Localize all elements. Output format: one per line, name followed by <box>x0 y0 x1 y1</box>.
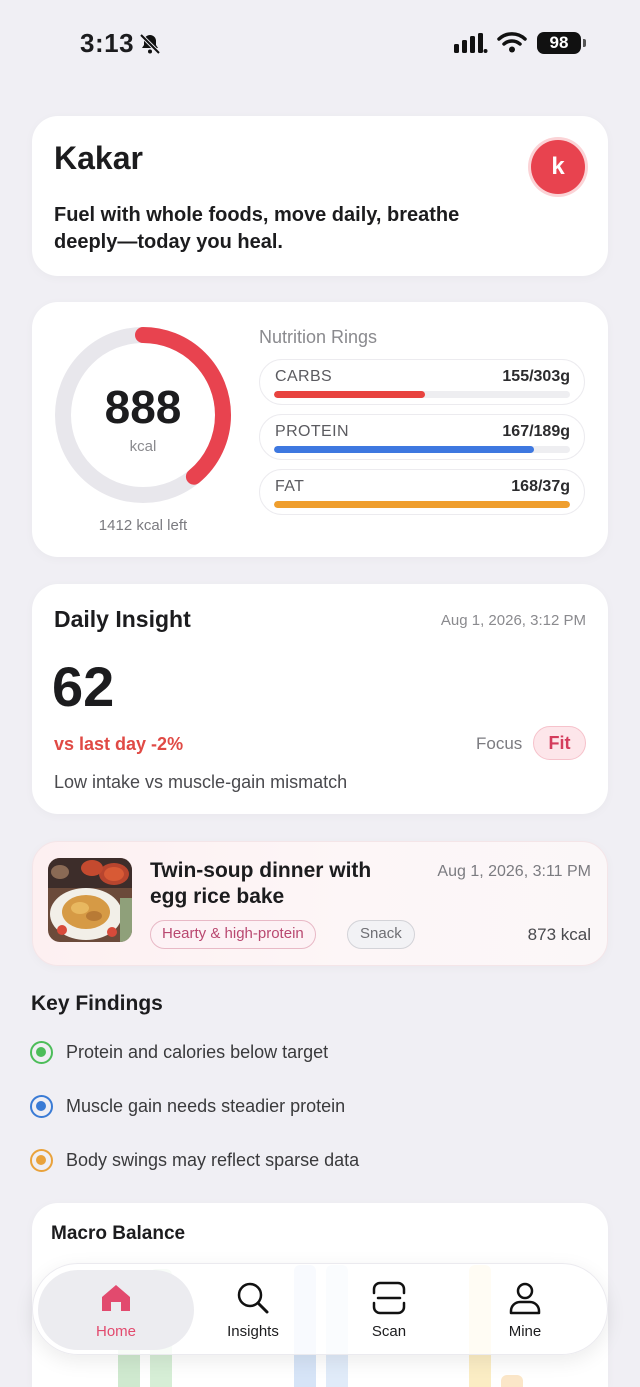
calories-unit: kcal <box>129 438 157 455</box>
status-bar: 3:13 98 <box>0 0 640 88</box>
tab-bar: Home Insights Scan Mine <box>32 1263 608 1355</box>
person-icon <box>509 1282 541 1315</box>
nutrition-card[interactable]: 888 kcal 1412 kcal left Nutrition Rings … <box>32 302 608 557</box>
tab-label: Home <box>95 1323 136 1340</box>
macro-track <box>274 501 570 508</box>
target-dot-icon <box>30 1149 53 1172</box>
bell-slash-icon <box>139 33 161 55</box>
macro-label: CARBS <box>275 368 333 385</box>
battery-icon: 98 <box>537 32 586 54</box>
user-name: Kakar <box>54 140 143 176</box>
tab-insights[interactable]: Insights <box>175 1270 331 1350</box>
tab-label: Insights <box>227 1323 279 1340</box>
profile-card: Kakar Fuel with whole foods, move daily,… <box>32 116 608 276</box>
target-dot-icon <box>30 1041 53 1064</box>
macro-balance-title: Macro Balance <box>51 1223 186 1244</box>
macro-label: FAT <box>275 478 305 495</box>
insight-delta: vs last day -2% <box>54 734 184 754</box>
tab-home[interactable]: Home <box>38 1270 194 1350</box>
meal-photo <box>48 858 132 942</box>
macro-value: 167/189g <box>502 423 570 440</box>
insight-note: Low intake vs muscle-gain mismatch <box>54 772 348 792</box>
tab-label: Scan <box>371 1323 407 1340</box>
insight-score: 62 <box>52 655 115 718</box>
finding-text: Body swings may reflect sparse data <box>66 1150 360 1170</box>
macro-value: 155/303g <box>502 368 570 385</box>
meal-calories: 873 kcal <box>527 925 591 944</box>
nutrition-rings-title: Nutrition Rings <box>259 327 378 347</box>
avatar[interactable]: k <box>531 140 585 194</box>
calories-left: 1412 kcal left <box>98 517 188 534</box>
macro-progress-bar <box>274 446 535 453</box>
meal-card[interactable]: Twin-soup dinner with egg rice bake Aug … <box>32 841 608 966</box>
meal-title: Twin-soup dinner with egg rice bake <box>150 859 372 908</box>
macro-carbs: CARBS 155/303g <box>259 359 585 405</box>
macro-progress-bar <box>274 391 425 398</box>
home-icon <box>102 1285 130 1311</box>
insight-date: Aug 1, 2026, 3:12 PM <box>440 612 586 629</box>
tab-label: Mine <box>508 1323 542 1340</box>
focus-label: Focus <box>476 734 523 753</box>
wifi-icon <box>497 32 527 53</box>
macro-value: 168/37g <box>511 478 570 495</box>
macro-track <box>274 446 570 453</box>
balance-bar <box>501 1375 523 1387</box>
finding-text: Protein and calories below target <box>66 1042 329 1062</box>
key-findings-title: Key Findings <box>31 992 163 1015</box>
target-dot-icon <box>30 1095 53 1118</box>
focus-badge: Fit <box>533 726 586 760</box>
motivational-quote: Fuel with whole foods, move daily, breat… <box>54 204 460 253</box>
finding-text: Muscle gain needs steadier protein <box>66 1096 346 1116</box>
tab-scan[interactable]: Scan <box>311 1270 467 1350</box>
macro-track <box>274 391 570 398</box>
macro-fat: FAT 168/37g <box>259 469 585 515</box>
macro-progress-bar <box>274 501 570 508</box>
calories-value: 888 <box>104 381 182 433</box>
scan-icon <box>372 1281 406 1315</box>
signal-icon <box>454 33 488 53</box>
meal-tag-type: Snack <box>347 920 415 949</box>
meal-tag-diet: Hearty & high-protein <box>150 920 316 949</box>
tab-mine[interactable]: Mine <box>447 1270 603 1350</box>
macro-label: PROTEIN <box>275 423 349 440</box>
insight-title: Daily Insight <box>54 606 191 632</box>
daily-insight-card[interactable]: Daily Insight Aug 1, 2026, 3:12 PM 62 vs… <box>32 584 608 814</box>
status-time: 3:13 <box>80 28 135 58</box>
search-icon <box>237 1282 269 1314</box>
macro-protein: PROTEIN 167/189g <box>259 414 585 460</box>
meal-date: Aug 1, 2026, 3:11 PM <box>437 863 591 880</box>
